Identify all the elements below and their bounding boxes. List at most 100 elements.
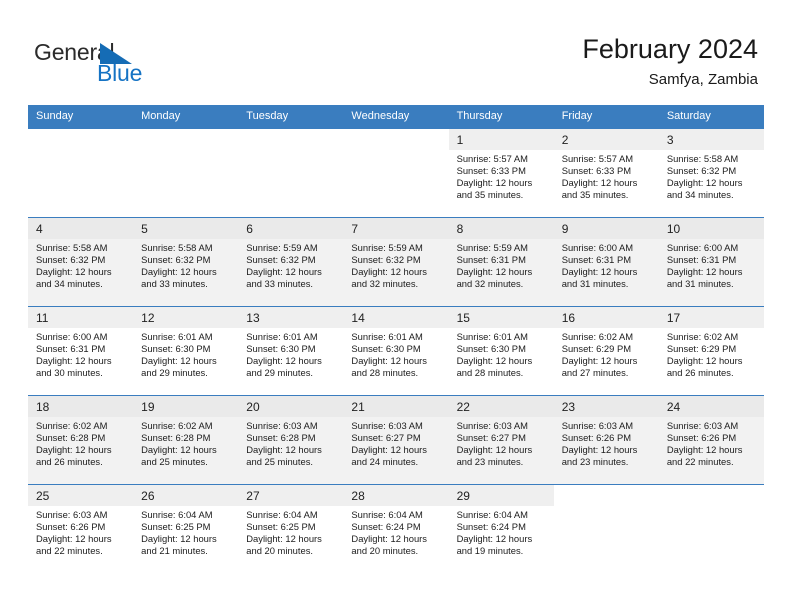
day-sun-info: Sunrise: 6:00 AM Sunset: 6:31 PM Daylight:… [659,239,764,290]
day-cell-inner [554,485,659,574]
daylight-text-line1: Daylight: 12 hours [36,533,112,545]
weekday-header-thursday: Thursday [448,105,554,129]
title-block: February 2024 Samfya, Zambia [582,33,758,91]
day-cell-inner: 12 Sunrise: 6:01 AM Sunset: 6:30 PM Dayligh… [133,307,239,395]
weekday-header-saturday: Saturday [658,105,764,129]
calendar-day-cell[interactable]: 28 Sunrise: 6:04 AM Sunset: 6:24 PM Dayligh… [343,484,449,574]
calendar-day-cell[interactable]: 23 Sunrise: 6:03 AM Sunset: 6:26 PM Dayligh… [553,395,659,485]
calendar-body: 1 Sunrise: 5:57 AM Sunset: 6:33 PM Daylight… [28,128,764,574]
daylight-text-line2: and 23 minutes. [456,456,524,468]
calendar-day-cell[interactable]: 2 Sunrise: 5:57 AM Sunset: 6:33 PM Daylight… [553,128,659,218]
sunset-text: Sunset: 6:25 PM [246,521,316,533]
calendar-day-cell[interactable]: 21 Sunrise: 6:03 AM Sunset: 6:27 PM Dayligh… [343,395,449,485]
daylight-text-line2: and 31 minutes. [666,278,734,290]
daylight-text-line1: Daylight: 12 hours [666,177,743,189]
daylight-text-line1: Daylight: 12 hours [666,355,743,367]
calendar-day-cell[interactable]: 1 Sunrise: 5:57 AM Sunset: 6:33 PM Daylight… [448,128,554,218]
day-sun-info: Sunrise: 6:01 AM Sunset: 6:30 PM Daylight:… [343,328,448,379]
calendar-day-cell[interactable]: 25 Sunrise: 6:03 AM Sunset: 6:26 PM Dayligh… [28,484,134,574]
day-sun-info: Sunrise: 6:04 AM Sunset: 6:24 PM Daylight:… [343,506,448,557]
calendar-day-cell[interactable]: 7 Sunrise: 5:59 AM Sunset: 6:32 PM Daylight… [343,217,449,307]
day-number: 1 [448,129,554,150]
sunrise-text: Sunrise: 6:04 AM [351,509,423,520]
calendar-day-cell[interactable]: 6 Sunrise: 5:59 AM Sunset: 6:32 PM Daylight… [238,217,344,307]
day-number [28,129,133,150]
daylight-text-line1: Daylight: 12 hours [141,533,217,545]
day-sun-info: Sunrise: 5:58 AM Sunset: 6:32 PM Daylight:… [133,239,238,290]
sunset-text: Sunset: 6:33 PM [561,165,632,177]
sunset-text: Sunset: 6:31 PM [666,254,737,266]
calendar-day-cell[interactable]: 14 Sunrise: 6:01 AM Sunset: 6:30 PM Dayligh… [343,306,449,396]
calendar-day-cell[interactable]: 24 Sunrise: 6:03 AM Sunset: 6:26 PM Dayligh… [658,395,764,485]
day-sun-info: Sunrise: 5:59 AM Sunset: 6:32 PM Daylight:… [238,239,343,290]
sunset-text: Sunset: 6:32 PM [36,254,106,266]
day-cell-inner: 11 Sunrise: 6:00 AM Sunset: 6:31 PM Dayligh… [28,307,134,395]
daylight-text-line1: Daylight: 12 hours [141,444,217,456]
calendar-day-cell[interactable]: 10 Sunrise: 6:00 AM Sunset: 6:31 PM Dayligh… [658,217,764,307]
daylight-text-line2: and 33 minutes. [246,278,313,290]
sunrise-text: Sunrise: 6:03 AM [561,420,634,431]
day-sun-info: Sunrise: 6:04 AM Sunset: 6:25 PM Daylight:… [133,506,238,557]
calendar-day-cell[interactable]: 16 Sunrise: 6:02 AM Sunset: 6:29 PM Dayligh… [553,306,659,396]
sunrise-text: Sunrise: 6:01 AM [351,331,423,342]
day-number: 3 [658,129,764,150]
calendar-day-cell[interactable]: 9 Sunrise: 6:00 AM Sunset: 6:31 PM Daylight… [553,217,659,307]
sunset-text: Sunset: 6:33 PM [456,165,526,177]
page-title: February 2024 [582,34,758,64]
day-cell-inner: 3 Sunrise: 5:58 AM Sunset: 6:32 PM Daylight… [658,129,764,217]
day-sun-info: Sunrise: 6:03 AM Sunset: 6:27 PM Daylight:… [449,417,554,468]
calendar-day-cell[interactable]: 20 Sunrise: 6:03 AM Sunset: 6:28 PM Dayligh… [238,395,344,485]
calendar-day-cell[interactable]: 11 Sunrise: 6:00 AM Sunset: 6:31 PM Dayligh… [28,306,134,396]
daylight-text-line1: Daylight: 12 hours [456,533,533,545]
day-cell-inner: 28 Sunrise: 6:04 AM Sunset: 6:24 PM Dayligh… [343,485,449,574]
day-cell-inner: 9 Sunrise: 6:00 AM Sunset: 6:31 PM Daylight… [553,218,659,306]
calendar-day-cell-empty [553,484,659,574]
sunrise-text: Sunrise: 5:57 AM [561,153,634,164]
sunrise-text: Sunrise: 5:59 AM [246,242,318,253]
calendar-day-cell[interactable]: 15 Sunrise: 6:01 AM Sunset: 6:30 PM Dayligh… [448,306,554,396]
sunrise-text: Sunrise: 5:58 AM [141,242,213,253]
daylight-text-line1: Daylight: 12 hours [36,444,112,456]
daylight-text-line1: Daylight: 12 hours [666,444,743,456]
calendar-day-cell[interactable]: 12 Sunrise: 6:01 AM Sunset: 6:30 PM Dayligh… [133,306,239,396]
sunrise-text: Sunrise: 6:00 AM [36,331,108,342]
sunrise-text: Sunrise: 6:00 AM [666,242,739,253]
calendar-day-cell[interactable]: 13 Sunrise: 6:01 AM Sunset: 6:30 PM Dayligh… [238,306,344,396]
day-sun-info: Sunrise: 6:03 AM Sunset: 6:28 PM Daylight:… [238,417,343,468]
sunset-text: Sunset: 6:26 PM [666,432,737,444]
day-number: 28 [343,485,449,506]
calendar-day-cell[interactable]: 3 Sunrise: 5:58 AM Sunset: 6:32 PM Daylight… [658,128,764,218]
daylight-text-line1: Daylight: 12 hours [246,533,322,545]
calendar-day-cell[interactable]: 8 Sunrise: 5:59 AM Sunset: 6:31 PM Daylight… [448,217,554,307]
calendar-day-cell[interactable]: 27 Sunrise: 6:04 AM Sunset: 6:25 PM Dayligh… [238,484,344,574]
calendar-day-cell[interactable]: 19 Sunrise: 6:02 AM Sunset: 6:28 PM Dayligh… [133,395,239,485]
daylight-text-line2: and 33 minutes. [141,278,208,290]
calendar-day-cell[interactable]: 17 Sunrise: 6:02 AM Sunset: 6:29 PM Dayligh… [658,306,764,396]
calendar-day-cell[interactable]: 26 Sunrise: 6:04 AM Sunset: 6:25 PM Dayligh… [133,484,239,574]
sunset-text: Sunset: 6:28 PM [141,432,211,444]
daylight-text-line1: Daylight: 12 hours [456,355,533,367]
daylight-text-line2: and 25 minutes. [141,456,208,468]
sunset-text: Sunset: 6:31 PM [456,254,526,266]
daylight-text-line2: and 32 minutes. [351,278,419,290]
sunrise-text: Sunrise: 6:03 AM [351,420,423,431]
day-number: 13 [238,307,344,328]
sunset-text: Sunset: 6:26 PM [561,432,632,444]
daylight-text-line1: Daylight: 12 hours [141,266,217,278]
sunrise-text: Sunrise: 6:04 AM [456,509,528,520]
calendar-day-cell[interactable]: 4 Sunrise: 5:58 AM Sunset: 6:32 PM Daylight… [28,217,134,307]
day-sun-info: Sunrise: 5:59 AM Sunset: 6:31 PM Daylight:… [449,239,554,290]
daylight-text-line2: and 23 minutes. [561,456,629,468]
day-cell-inner: 25 Sunrise: 6:03 AM Sunset: 6:26 PM Dayligh… [28,485,134,574]
calendar-day-cell[interactable]: 18 Sunrise: 6:02 AM Sunset: 6:28 PM Dayligh… [28,395,134,485]
calendar-day-cell[interactable]: 22 Sunrise: 6:03 AM Sunset: 6:27 PM Dayligh… [448,395,554,485]
page-subtitle-location: Samfya, Zambia [648,71,758,88]
day-sun-info: Sunrise: 6:04 AM Sunset: 6:24 PM Daylight:… [449,506,554,557]
daylight-text-line2: and 24 minutes. [351,456,419,468]
calendar-day-cell[interactable]: 29 Sunrise: 6:04 AM Sunset: 6:24 PM Dayligh… [448,484,554,574]
day-number: 16 [553,307,659,328]
sunset-text: Sunset: 6:24 PM [456,521,526,533]
calendar-day-cell[interactable]: 5 Sunrise: 5:58 AM Sunset: 6:32 PM Daylight… [133,217,239,307]
sunrise-text: Sunrise: 6:03 AM [666,420,739,431]
sunrise-text: Sunrise: 6:04 AM [246,509,318,520]
